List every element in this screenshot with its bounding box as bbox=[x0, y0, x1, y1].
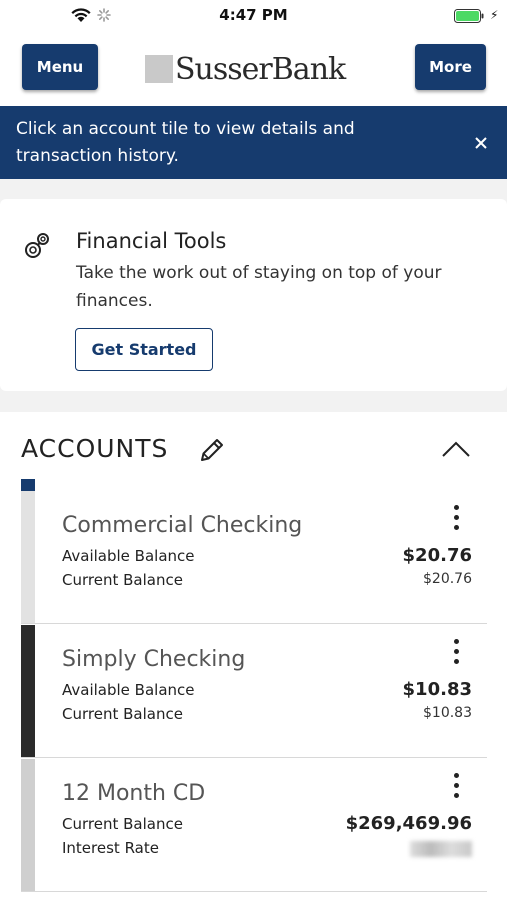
logo-mark bbox=[145, 55, 173, 83]
logo-text: SusserBank bbox=[175, 51, 346, 87]
account-color-bar bbox=[21, 625, 35, 757]
account-line1-label: Available Balance bbox=[62, 547, 195, 565]
more-button[interactable]: More bbox=[415, 44, 486, 90]
bank-logo: SusserBank bbox=[145, 51, 346, 87]
menu-button[interactable]: Menu bbox=[22, 44, 98, 90]
financial-tools-description: Take the work out of staying on top of y… bbox=[76, 263, 442, 311]
app-header: Menu SusserBank More bbox=[0, 32, 507, 106]
account-tile-next-bar bbox=[21, 479, 35, 491]
banner-message: Click an account tile to view details an… bbox=[16, 119, 355, 166]
account-name: 12 Month CD bbox=[62, 781, 206, 806]
chevron-up-icon[interactable] bbox=[440, 438, 472, 460]
account-line2-label: Interest Rate bbox=[62, 839, 159, 857]
financial-tools-card: Financial Tools Take the work out of sta… bbox=[0, 199, 507, 391]
get-started-button[interactable]: Get Started bbox=[75, 328, 213, 371]
account-color-bar bbox=[21, 491, 35, 623]
account-tile-commercial-checking[interactable]: Commercial Checking Available Balance Cu… bbox=[21, 491, 487, 624]
redacted-interest-rate bbox=[410, 841, 472, 857]
status-time: 4:47 PM bbox=[219, 6, 288, 24]
more-options-icon[interactable] bbox=[449, 773, 463, 803]
close-icon[interactable] bbox=[470, 132, 492, 154]
account-color-bar bbox=[21, 759, 35, 891]
financial-tools-title: Financial Tools bbox=[76, 229, 227, 253]
financial-tools-icon bbox=[25, 233, 49, 258]
account-line1-value: $10.83 bbox=[402, 679, 472, 700]
account-line1-value: $20.76 bbox=[402, 545, 472, 566]
more-options-icon[interactable] bbox=[449, 505, 463, 535]
status-bar: 4:47 PM ⚡ bbox=[0, 0, 507, 32]
account-tile-12-month-cd[interactable]: 12 Month CD Current Balance Interest Rat… bbox=[21, 759, 487, 892]
account-line1-label: Current Balance bbox=[62, 815, 183, 833]
account-line2-label: Current Balance bbox=[62, 705, 183, 723]
account-name: Simply Checking bbox=[62, 647, 246, 672]
account-line1-label: Available Balance bbox=[62, 681, 195, 699]
pencil-edit-icon[interactable] bbox=[196, 434, 228, 466]
account-line2-value: $20.76 bbox=[423, 571, 472, 587]
account-tile-simply-checking[interactable]: Simply Checking Available Balance Curren… bbox=[21, 625, 487, 758]
account-name: Commercial Checking bbox=[62, 513, 303, 538]
more-options-icon[interactable] bbox=[449, 639, 463, 669]
account-line2-label: Current Balance bbox=[62, 571, 183, 589]
charging-bolt-icon: ⚡ bbox=[490, 8, 499, 22]
info-banner: Click an account tile to view details an… bbox=[0, 106, 507, 179]
accounts-heading: ACCOUNTS bbox=[21, 434, 169, 463]
battery-icon bbox=[454, 9, 484, 23]
account-line1-value: $269,469.96 bbox=[345, 813, 472, 834]
account-line2-value: $10.83 bbox=[423, 705, 472, 721]
